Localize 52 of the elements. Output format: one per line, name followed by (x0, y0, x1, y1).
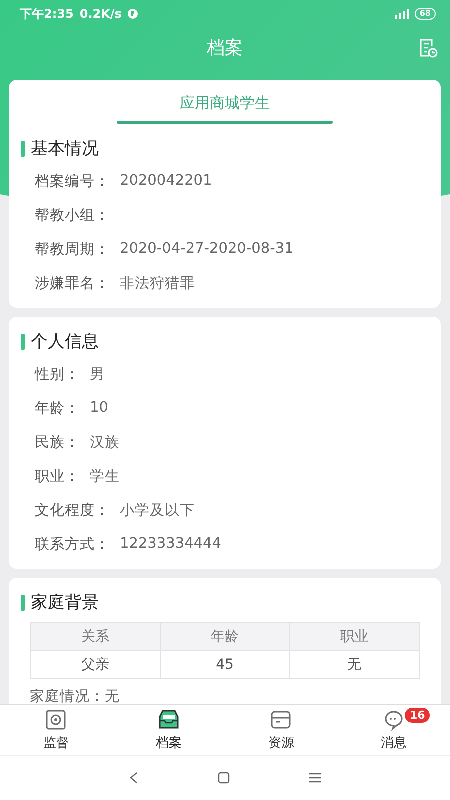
section-title: 个人信息 (31, 331, 99, 353)
field-value: 小学及以下 (120, 502, 195, 520)
field-value: 2020-04-27-2020-08-31 (120, 241, 294, 257)
tab-label: 消息 (380, 735, 407, 752)
field-label: 民族： (35, 434, 80, 452)
field-label: 年龄： (35, 400, 80, 418)
camera-icon (45, 708, 68, 732)
page-title: 档案 (207, 37, 243, 60)
field-label: 文化程度： (35, 502, 110, 520)
back-icon[interactable] (129, 772, 140, 784)
table-cell: 无 (290, 650, 420, 678)
table-cell: 父亲 (30, 650, 160, 678)
home-icon[interactable] (218, 772, 230, 784)
nav-tab[interactable]: 档案 (112, 705, 225, 755)
field-label: 涉嫌罪名： (35, 274, 110, 292)
column-header: 年龄 (160, 622, 290, 650)
field-label: 档案编号： (35, 172, 110, 190)
field-label: 职业： (35, 468, 80, 486)
student-name: 应用商城学生 (179, 93, 271, 114)
tab-label: 档案 (156, 735, 182, 752)
network-speed: 0.2K/s (80, 7, 122, 21)
field-label: 帮教周期： (35, 240, 110, 258)
unread-badge: 16 (405, 708, 430, 723)
nav-tab[interactable]: 监督 (0, 705, 112, 755)
battery-level: 68 (414, 8, 436, 20)
status-time: 下午2:35 (20, 6, 74, 22)
table-cell: 45 (160, 650, 290, 678)
menu-icon[interactable] (308, 773, 321, 783)
field-label: 性别： (35, 366, 80, 384)
section-title: 基本情况 (31, 138, 99, 160)
field-value: 2020042201 (120, 173, 212, 189)
section-title: 家庭背景 (31, 592, 99, 614)
nav-tab[interactable]: 资源 (225, 705, 338, 755)
field-value: 学生 (90, 468, 120, 486)
field-value: 男 (90, 366, 105, 384)
section-marker (21, 334, 25, 350)
column-header: 关系 (30, 622, 160, 650)
nav-tab[interactable]: 消息 16 (338, 705, 450, 755)
field-label: 联系方式： (35, 536, 110, 554)
parking-icon (128, 9, 138, 19)
field-value: 12233334444 (120, 536, 222, 552)
field-value: 汉族 (90, 434, 120, 452)
tab-label: 资源 (268, 735, 294, 752)
signal-icon (392, 9, 409, 19)
field-value: 非法狩猎罪 (120, 274, 195, 292)
tab-label: 监督 (43, 735, 70, 752)
section-marker (21, 594, 25, 610)
column-header: 职业 (290, 622, 420, 650)
section-marker (21, 140, 25, 156)
field-label: 帮教小组： (35, 206, 110, 224)
field-value: 10 (90, 400, 108, 416)
field-label: 家庭情况：无 (29, 688, 121, 704)
